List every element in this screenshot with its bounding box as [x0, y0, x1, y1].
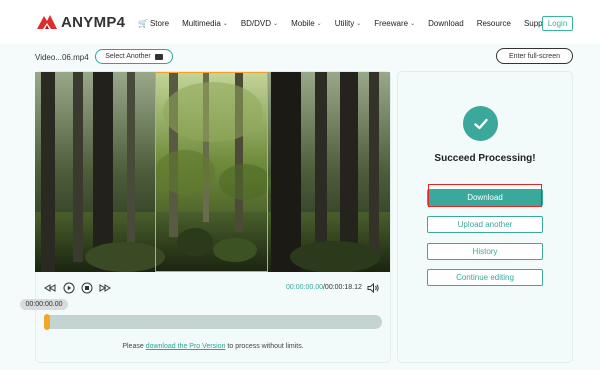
- notice-prefix: Please: [122, 343, 146, 350]
- play-button[interactable]: [63, 282, 75, 294]
- stop-button[interactable]: [81, 282, 93, 294]
- chevron-down-icon: ⌄: [316, 21, 322, 27]
- brand-logo[interactable]: ANYMP4: [36, 13, 125, 31]
- success-check-icon: [463, 106, 498, 141]
- nav-item-bd-dvd[interactable]: BD/DVD ⌄: [241, 19, 278, 28]
- stop-icon: [81, 282, 93, 294]
- nav-item-download[interactable]: Download: [428, 19, 464, 28]
- nav-item-label: Resource: [476, 19, 511, 28]
- video-preview[interactable]: [35, 72, 390, 272]
- volume-button[interactable]: [367, 281, 379, 294]
- continue-editing-button[interactable]: Continue editing: [427, 269, 543, 286]
- nav-item-label: Store: [149, 19, 170, 28]
- upload-another-button[interactable]: Upload another: [427, 216, 543, 233]
- rewind-icon: [44, 284, 56, 292]
- fast-forward-icon: [99, 284, 111, 292]
- nav-item-label: BD/DVD: [240, 19, 272, 28]
- anymp4-logo-icon: [37, 15, 57, 29]
- previous-frame-button[interactable]: [44, 282, 56, 294]
- nav-item-label: Mobile: [291, 19, 315, 28]
- select-another-label: Select Another: [105, 53, 151, 60]
- timeline-track[interactable]: [44, 315, 382, 329]
- cart-icon: 🛒: [138, 19, 148, 28]
- forest-video-frame: [35, 72, 390, 272]
- nav-item-label: Freeware: [374, 19, 409, 28]
- chevron-down-icon: ⌄: [273, 21, 279, 27]
- download-pro-link[interactable]: download the Pro Version: [146, 343, 226, 350]
- login-button[interactable]: Login: [542, 16, 573, 31]
- select-another-button[interactable]: Select Another: [95, 49, 173, 64]
- nav-item-multimedia[interactable]: Multimedia ⌄: [182, 19, 228, 28]
- total-time: /00:00:18.12: [322, 284, 362, 291]
- pro-version-notice: Please download the Pro Version to proce…: [35, 343, 391, 350]
- file-name: Video...06.mp4: [35, 53, 89, 62]
- nav-item-label: Multimedia: [182, 19, 221, 28]
- chevron-down-icon: ⌄: [356, 21, 362, 27]
- nav-item-mobile[interactable]: Mobile ⌄: [291, 19, 322, 28]
- monitor-icon: [154, 53, 163, 60]
- nav-item-utility[interactable]: Utility ⌄: [335, 19, 362, 28]
- play-icon: [63, 282, 75, 294]
- history-button[interactable]: History: [427, 243, 543, 260]
- timeline-handle[interactable]: [44, 314, 50, 330]
- checkmark-icon: [473, 118, 488, 129]
- volume-icon: [367, 282, 379, 294]
- nav-item-freeware[interactable]: Freeware ⌄: [374, 19, 415, 28]
- nav-item-store[interactable]: 🛒 Store: [138, 19, 169, 28]
- download-button[interactable]: Download: [427, 189, 543, 206]
- chevron-down-icon: ⌄: [222, 21, 228, 27]
- next-frame-button[interactable]: [99, 282, 111, 294]
- top-navigation: ANYMP4 🛒 Store Multimedia ⌄ BD/DVD ⌄ Mob…: [0, 0, 600, 44]
- notice-suffix: to process without limits.: [225, 343, 304, 350]
- nav-item-resource[interactable]: Resource: [477, 19, 511, 28]
- main-menu: 🛒 Store Multimedia ⌄ BD/DVD ⌄ Mobile ⌄ U…: [138, 19, 565, 28]
- nav-item-label: Utility: [334, 19, 355, 28]
- success-title: Succeed Processing!: [434, 153, 536, 164]
- brand-name: ANYMP4: [61, 13, 126, 31]
- chevron-down-icon: ⌄: [410, 21, 416, 27]
- nav-item-label: Download: [428, 19, 464, 28]
- playhead-time-tooltip: 00:00:00.00: [20, 299, 68, 310]
- enter-fullscreen-button[interactable]: Enter full-screen: [496, 48, 573, 64]
- time-display: 00:00:00.00/00:00:18.12: [286, 284, 362, 291]
- current-time: 00:00:00.00: [286, 284, 323, 291]
